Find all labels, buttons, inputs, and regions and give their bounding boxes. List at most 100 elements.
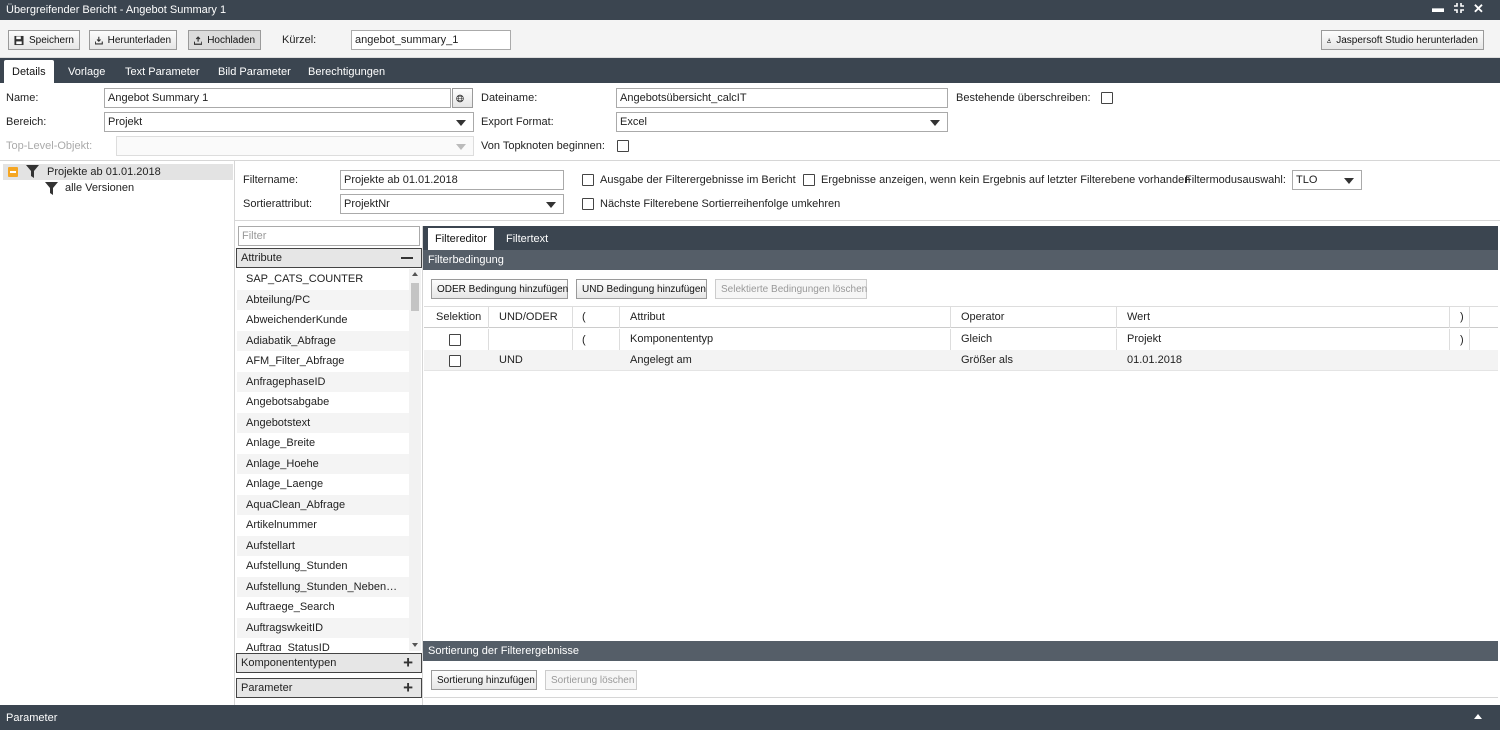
list-item[interactable]: AbweichenderKunde xyxy=(237,310,409,331)
list-item[interactable]: Artikelnummer xyxy=(237,515,409,536)
chevron-down-icon xyxy=(456,144,466,150)
scroll-up-icon[interactable] xyxy=(412,272,418,276)
scroll-thumb[interactable] xyxy=(411,283,419,311)
list-item[interactable]: Angebotsabgabe xyxy=(237,392,409,413)
delete-selected-conditions-button[interactable]: Selektierte Bedingungen löschen xyxy=(715,279,867,299)
tab-details[interactable]: Details xyxy=(4,60,54,83)
sortattr-select[interactable]: ProjektNr xyxy=(340,194,564,214)
table-row[interactable]: ( Komponententyp Gleich Projekt ) xyxy=(424,329,1498,350)
delete-sort-button[interactable]: Sortierung löschen xyxy=(545,670,637,690)
jaspersoft-download-button[interactable]: Jaspersoft Studio herunterladen xyxy=(1321,30,1484,50)
table-row[interactable]: UND Angelegt am Größer als 01.01.2018 xyxy=(424,350,1498,371)
chevron-down-icon xyxy=(546,202,556,208)
upload-button[interactable]: Hochladen xyxy=(188,30,261,50)
output-results-checkbox[interactable] xyxy=(582,174,594,186)
attribute-scrollbar[interactable] xyxy=(409,269,421,651)
export-select[interactable]: Excel xyxy=(616,112,948,132)
expand-icon[interactable]: + xyxy=(403,654,413,671)
column-header[interactable]: ) xyxy=(1460,311,1464,323)
tab-berechtigungen[interactable]: Berechtigungen xyxy=(300,60,393,83)
filtermode-select[interactable]: TLO xyxy=(1292,170,1362,190)
column-header[interactable]: Selektion xyxy=(436,311,481,323)
short-input[interactable]: angebot_summary_1 xyxy=(351,30,511,50)
add-and-condition-button[interactable]: UND Bedingung hinzufügen xyxy=(576,279,707,299)
name-label: Name: xyxy=(6,92,39,104)
language-button[interactable] xyxy=(452,88,473,108)
attribute-section-header[interactable]: Attribute xyxy=(236,248,422,268)
name-input[interactable]: Angebot Summary 1 xyxy=(104,88,451,108)
scroll-down-icon[interactable] xyxy=(412,643,418,647)
parameter-panel-title: Parameter xyxy=(6,712,58,724)
row-attribute: Angelegt am xyxy=(630,354,692,366)
toolbar: Speichern Herunterladen Hochladen Kürzel… xyxy=(0,20,1500,58)
reverse-sort-checkbox[interactable] xyxy=(582,198,594,210)
row-attribute: Komponententyp xyxy=(630,333,714,345)
show-results-checkbox[interactable] xyxy=(803,174,815,186)
list-item[interactable]: Adiabatik_Abfrage xyxy=(237,330,409,351)
list-item[interactable]: Aufstellung_Stunden xyxy=(237,556,409,577)
filtername-input[interactable]: Projekte ab 01.01.2018 xyxy=(340,170,564,190)
list-item[interactable]: AnfragephaseID xyxy=(237,371,409,392)
save-button[interactable]: Speichern xyxy=(8,30,80,50)
expand-icon[interactable]: + xyxy=(403,679,413,696)
collapse-icon[interactable] xyxy=(401,257,413,259)
tab-filtereditor[interactable]: Filtereditor xyxy=(428,228,494,250)
filter-icon xyxy=(45,182,58,195)
parameter-panel-bar[interactable]: Parameter xyxy=(0,705,1500,730)
list-item[interactable]: AquaClean_Abfrage xyxy=(237,494,409,515)
column-header[interactable]: Wert xyxy=(1127,311,1150,323)
add-or-condition-button[interactable]: ODER Bedingung hinzufügen xyxy=(431,279,568,299)
bereich-select[interactable]: Projekt xyxy=(104,112,474,132)
tab-filtertext[interactable]: Filtertext xyxy=(499,228,555,250)
list-item[interactable]: Angebotstext xyxy=(237,412,409,433)
tab-bild-parameter[interactable]: Bild Parameter xyxy=(210,60,299,83)
minimize-icon[interactable]: ▬ xyxy=(1432,1,1444,15)
list-item[interactable]: Auftrag_StatusID xyxy=(237,638,409,651)
window-title: Übergreifender Bericht - Angebot Summary… xyxy=(6,4,227,16)
sort-results-header: Sortierung der Filterergebnisse xyxy=(423,641,1498,661)
list-item[interactable]: Aufstellart xyxy=(237,535,409,556)
list-item[interactable]: Auftraege_Search xyxy=(237,597,409,618)
attribute-search-input[interactable]: Filter xyxy=(238,226,420,246)
list-item[interactable]: Abteilung/PC xyxy=(237,289,409,310)
components-section-header[interactable]: Komponententypen + xyxy=(236,653,422,673)
close-icon[interactable]: ✕ xyxy=(1473,1,1484,17)
list-item[interactable]: Anlage_Laenge xyxy=(237,474,409,495)
filtername-label: Filtername: xyxy=(243,174,299,186)
show-results-label: Ergebnisse anzeigen, wenn kein Ergebnis … xyxy=(821,174,1191,186)
chevron-up-icon[interactable] xyxy=(1474,714,1482,719)
save-icon xyxy=(14,35,24,45)
collapse-icon[interactable] xyxy=(8,167,18,177)
overwrite-checkbox[interactable] xyxy=(1101,92,1113,104)
list-item[interactable]: Anlage_Hoehe xyxy=(237,453,409,474)
list-item[interactable]: SAP_CATS_COUNTER xyxy=(237,269,409,290)
column-header[interactable]: Attribut xyxy=(630,311,665,323)
sortattr-label: Sortierattribut: xyxy=(243,198,313,210)
list-item[interactable]: AuftragswkeitID xyxy=(237,617,409,638)
tree-child-item[interactable]: alle Versionen xyxy=(65,182,134,194)
download-icon xyxy=(95,36,103,45)
tab-text-parameter[interactable]: Text Parameter xyxy=(117,60,208,83)
add-sort-button[interactable]: Sortierung hinzufügen xyxy=(431,670,537,690)
column-header[interactable]: ( xyxy=(582,311,586,323)
row-select-checkbox[interactable] xyxy=(449,355,461,367)
download-button[interactable]: Herunterladen xyxy=(89,30,177,50)
parameters-section-header[interactable]: Parameter + xyxy=(236,678,422,698)
row-operator: Gleich xyxy=(961,333,993,345)
file-input[interactable]: Angebotsübersicht_calcIT xyxy=(616,88,948,108)
reverse-sort-label: Nächste Filterebene Sortierreihenfolge u… xyxy=(600,198,841,210)
list-item[interactable]: AFM_Filter_Abfrage xyxy=(237,351,409,372)
tab-vorlage[interactable]: Vorlage xyxy=(60,60,113,83)
row-close-paren: ) xyxy=(1460,334,1464,346)
topknoten-checkbox[interactable] xyxy=(617,140,629,152)
tree-root-item[interactable]: Projekte ab 01.01.2018 xyxy=(47,166,161,178)
restore-icon[interactable] xyxy=(1453,2,1465,17)
list-item[interactable]: Aufstellung_Stunden_Nebenkosten xyxy=(237,576,409,597)
column-header[interactable]: UND/ODER xyxy=(499,311,558,323)
row-value: Projekt xyxy=(1127,333,1162,345)
column-header[interactable]: Operator xyxy=(961,311,1004,323)
row-select-checkbox[interactable] xyxy=(449,334,461,346)
toplevel-select xyxy=(116,136,474,156)
list-item[interactable]: Anlage_Breite xyxy=(237,433,409,454)
window-titlebar: Übergreifender Bericht - Angebot Summary… xyxy=(0,0,1500,20)
